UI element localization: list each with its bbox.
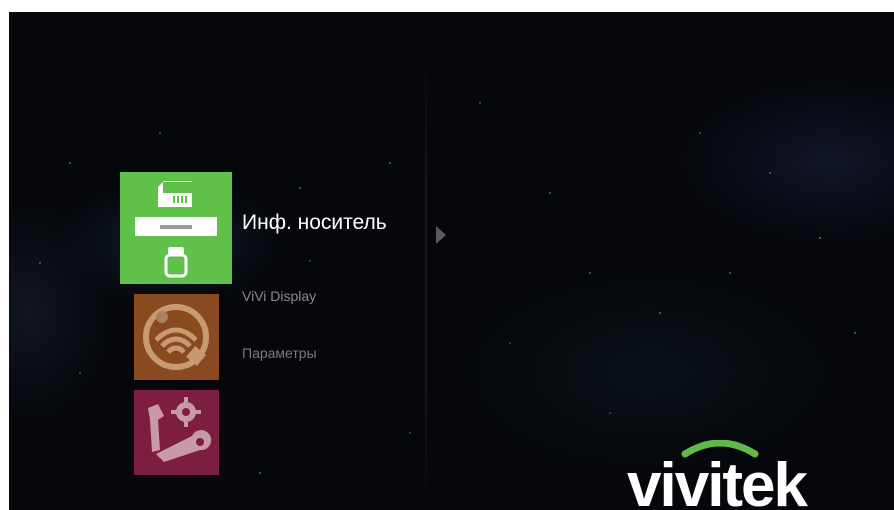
wireless-display-icon: [143, 304, 209, 370]
menu-tile-settings[interactable]: [134, 390, 219, 475]
star: [819, 237, 821, 239]
logo-text: vivitek: [627, 451, 809, 510]
star: [309, 260, 311, 262]
star: [389, 162, 391, 164]
star: [854, 332, 856, 334]
media-storage-icon: [135, 181, 217, 278]
menu-label-settings[interactable]: Параметры: [242, 345, 317, 361]
menu-tile-media-storage[interactable]: [120, 172, 232, 284]
star: [409, 432, 411, 434]
star: [769, 172, 771, 174]
star: [549, 192, 551, 194]
vivitek-logo: vivitek: [627, 440, 811, 510]
star: [729, 272, 731, 274]
panel-divider: [425, 52, 427, 510]
settings-tools-icon: [148, 397, 212, 462]
star: [69, 162, 71, 164]
menu-label-vivi-display[interactable]: ViVi Display: [242, 288, 316, 304]
menu-tile-vivi-display[interactable]: [134, 294, 219, 380]
star: [259, 472, 261, 474]
star: [39, 262, 41, 264]
star: [609, 412, 611, 414]
star: [699, 132, 701, 134]
star: [509, 342, 511, 344]
star: [79, 372, 81, 374]
star: [589, 272, 591, 274]
media-player-screen: Инф. носитель ViVi Display Параметры viv…: [9, 12, 894, 510]
star: [659, 312, 661, 314]
star: [299, 187, 301, 189]
menu-label-media-storage[interactable]: Инф. носитель: [242, 211, 387, 235]
chevron-right-icon[interactable]: [434, 224, 448, 246]
star: [159, 132, 161, 134]
star: [479, 102, 481, 104]
